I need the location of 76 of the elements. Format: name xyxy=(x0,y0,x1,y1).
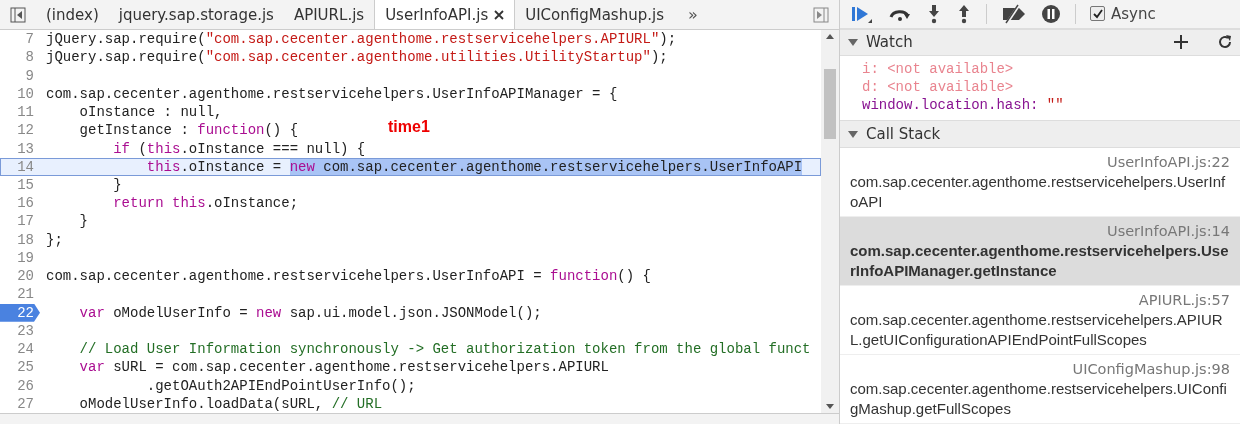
frame-function: com.sap.cecenter.agenthome.restservicehelpers.UserInfoAPIManager.getInstance xyxy=(850,241,1230,281)
code-text: return this.oInstance; xyxy=(112,195,299,212)
frame-location[interactable]: UIConfigMashup.js:98 xyxy=(1072,359,1230,379)
call-stack-header[interactable]: Call Stack xyxy=(840,120,1240,148)
file-tab[interactable]: jquery.sap.storage.js xyxy=(108,0,284,29)
scroll-down-icon[interactable] xyxy=(826,404,834,409)
step-into-icon[interactable] xyxy=(926,3,942,24)
add-icon[interactable] xyxy=(1174,35,1188,50)
file-tab[interactable]: APIURL.js xyxy=(283,0,375,29)
line-number[interactable]: 10 xyxy=(0,84,40,103)
code-text: this.oInstance = xyxy=(145,158,283,175)
frame-location[interactable]: UserInfoAPI.js:14 xyxy=(1107,221,1230,241)
code-text: var sURL = com.sap.cecenter.agenthome.restservicehelpers.APIURL xyxy=(78,359,609,376)
more-tabs-button[interactable]: » xyxy=(673,0,712,29)
code-text: oInstance : null, xyxy=(78,104,223,121)
file-tab[interactable]: UserInfoAPI.js xyxy=(374,0,516,29)
code-text: }; xyxy=(45,231,63,248)
step-out-icon[interactable] xyxy=(956,3,972,24)
frame-function: com.sap.cecenter.agenthome.restservicehelpers.UserInfoAPI xyxy=(850,172,1227,212)
line-number[interactable]: 21 xyxy=(0,285,40,304)
code-text: jQuery.sap.require("com.sap.cecenter.agenthome.utilities.UtilityStartup"); xyxy=(45,49,668,66)
line-number[interactable]: 7 xyxy=(0,30,40,49)
refresh-icon[interactable] xyxy=(1218,35,1232,50)
code-text: if (this.oInstance === null) { xyxy=(112,140,366,157)
frame-function: com.sap.cecenter.agenthome.restservicehelpers.APIURL.getUIConfigurationAPIEndPointFullScopes xyxy=(850,310,1224,350)
scrollbar-thumb[interactable] xyxy=(824,69,836,139)
line-number[interactable]: 8 xyxy=(0,48,40,67)
code-text: var oModelUserInfo = new sap.ui.model.json.JSONModel(); xyxy=(78,304,542,321)
file-tab[interactable]: UIConfigMashup.js xyxy=(515,0,674,29)
line-number[interactable]: 19 xyxy=(0,248,40,268)
code-text: getInstance : function() { xyxy=(78,122,299,139)
code-text: } xyxy=(78,213,88,230)
watch-expression[interactable]: d: <not available> xyxy=(862,78,1240,97)
code-text: } xyxy=(112,177,122,193)
line-number[interactable]: 15 xyxy=(0,175,40,195)
line-number[interactable]: 12 xyxy=(0,121,40,140)
breakpoint-line-number[interactable]: 22 xyxy=(0,303,40,322)
panel-toggle-icon[interactable] xyxy=(813,6,829,23)
line-number[interactable]: 11 xyxy=(0,102,40,122)
line-number[interactable]: 20 xyxy=(0,267,40,286)
expanded-triangle-icon[interactable] xyxy=(848,37,858,48)
line-number[interactable]: 9 xyxy=(0,66,40,85)
frame-location[interactable]: UserInfoAPI.js:22 xyxy=(1107,152,1230,172)
code-text: com.sap.cecenter.agenthome.restservicehelpers.UserInfoAPI = function() { xyxy=(45,268,651,285)
code-text: // Load User Information synchronously -> Get authorization token from the global funct xyxy=(78,341,811,358)
annotation-label: time1 xyxy=(388,118,430,136)
watch-expression[interactable]: i: <not available> xyxy=(862,60,1240,79)
frame-function: com.sap.cecenter.agenthome.restservicehelpers.UIConfigMashup.getFullScopes xyxy=(850,379,1228,419)
line-number[interactable]: 23 xyxy=(0,321,40,340)
async-checkbox[interactable]: Async xyxy=(1090,4,1156,23)
file-tab[interactable]: (index) xyxy=(36,0,109,29)
code-text: com.sap.cecenter.agenthome.restservicehelpers.UserInfoAPIManager = { xyxy=(45,85,618,102)
line-number[interactable]: 27 xyxy=(0,394,40,413)
watch-expression[interactable]: window.location.hash: "" xyxy=(862,96,1240,115)
sidebar-toggle-icon[interactable] xyxy=(10,6,26,23)
selected-text: new com.sap.cecenter.agenthome.restservicehelpers.UserInfoAPI xyxy=(289,158,803,175)
line-number[interactable]: 16 xyxy=(0,194,40,213)
line-number[interactable]: 13 xyxy=(0,139,40,158)
code-text: .getOAuth2APIEndPointUserInfo(); xyxy=(145,377,416,394)
line-number[interactable]: 26 xyxy=(0,376,40,395)
line-number[interactable]: 18 xyxy=(0,230,40,249)
code-text: oModelUserInfo.loadData(sURL, // URL xyxy=(78,395,383,412)
line-number[interactable]: 17 xyxy=(0,212,40,231)
deactivate-breakpoints-icon[interactable] xyxy=(1001,3,1027,24)
line-number[interactable]: 14 xyxy=(0,157,40,176)
code-text: jQuery.sap.require("com.sap.cecenter.agenthome.restservicehelpers.APIURL"); xyxy=(45,31,677,48)
call-stack-frame[interactable]: UserInfoAPI.js:14 com.sap.cecenter.agenthome.restservicehelpers.UserInfoAPIManager.getInstance xyxy=(840,217,1240,286)
expanded-triangle-icon[interactable] xyxy=(848,129,858,140)
pause-icon[interactable] xyxy=(1041,3,1061,24)
scroll-up-icon[interactable] xyxy=(826,34,834,39)
line-number[interactable]: 25 xyxy=(0,358,40,377)
watch-header[interactable]: Watch xyxy=(840,28,1240,57)
frame-location[interactable]: APIURL.js:57 xyxy=(1138,290,1230,310)
line-number[interactable]: 24 xyxy=(0,340,40,359)
close-icon[interactable] xyxy=(494,9,505,20)
checkmark-icon xyxy=(1092,8,1103,19)
